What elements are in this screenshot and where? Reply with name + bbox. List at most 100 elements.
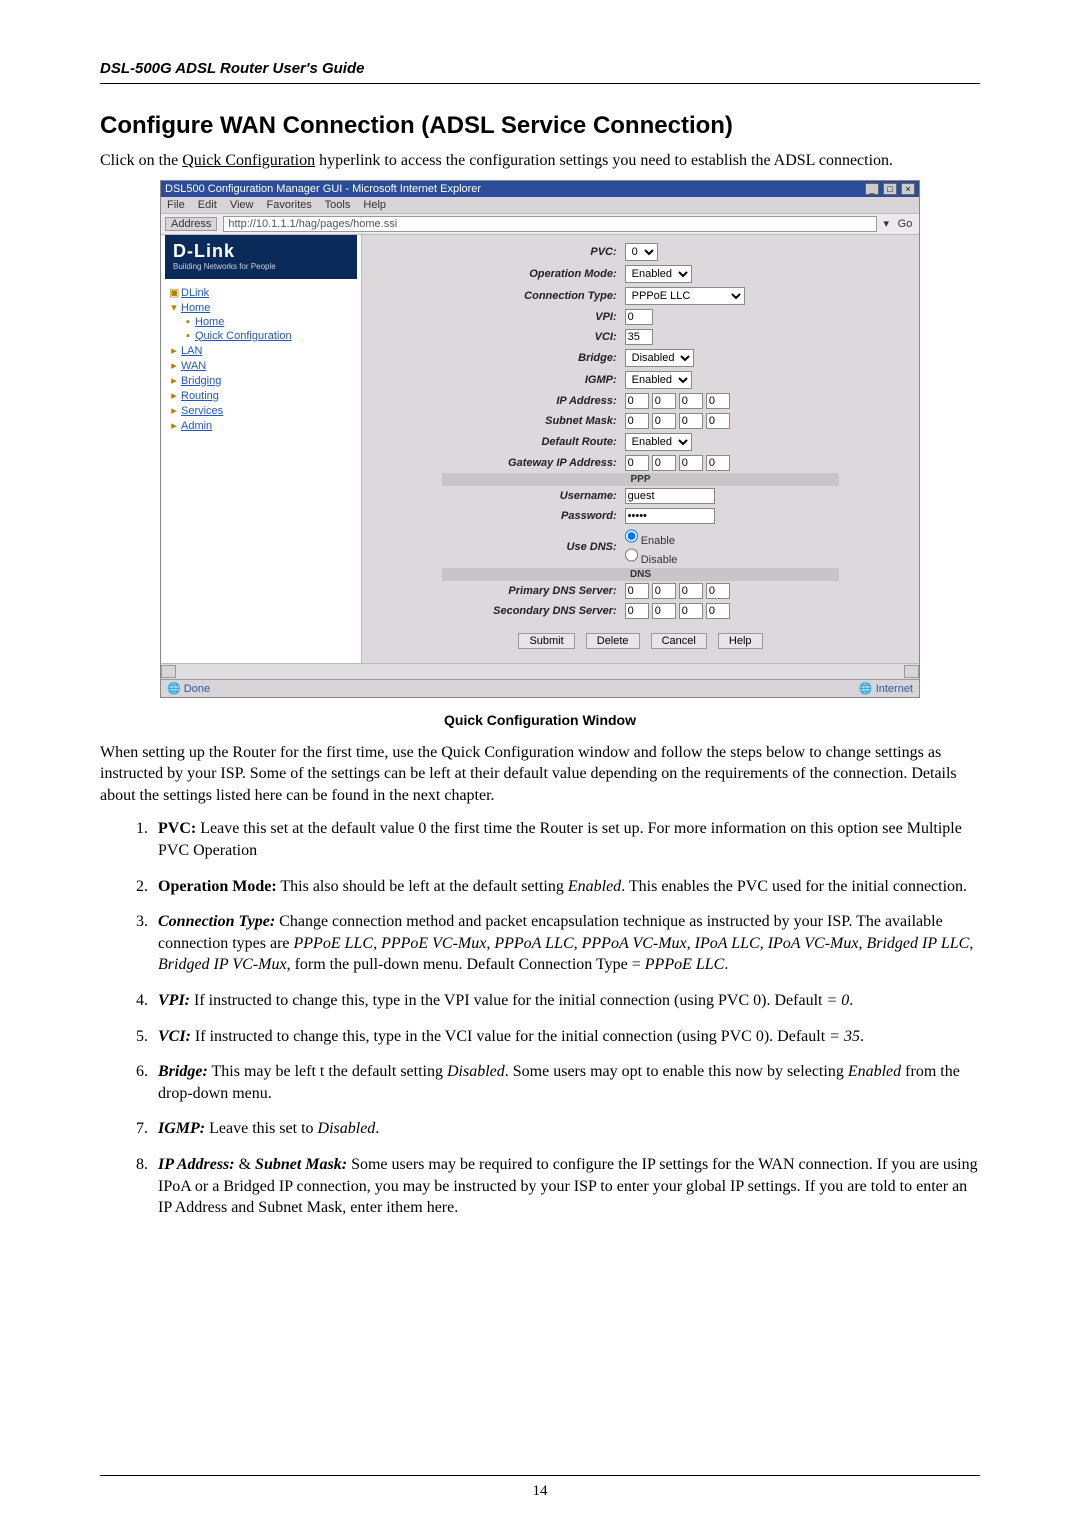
maximize-icon[interactable]: □ bbox=[883, 183, 897, 195]
addr-dropdown-icon[interactable]: ▾ bbox=[883, 217, 889, 230]
sdns-d[interactable] bbox=[706, 603, 730, 619]
menu-help[interactable]: Help bbox=[363, 199, 386, 211]
menu-view[interactable]: View bbox=[230, 199, 254, 211]
gw-a[interactable] bbox=[625, 455, 649, 471]
config-form-table: PVC:0 Operation Mode:Enabled Connection … bbox=[442, 241, 839, 621]
menu-edit[interactable]: Edit bbox=[198, 199, 217, 211]
scroll-left-icon[interactable] bbox=[161, 665, 176, 678]
pdns-c[interactable] bbox=[679, 583, 703, 599]
sdns-b[interactable] bbox=[652, 603, 676, 619]
tree-home-link[interactable]: Home bbox=[181, 302, 210, 314]
tree-wan-link[interactable]: WAN bbox=[181, 360, 206, 372]
tree-home-sub-link[interactable]: Home bbox=[195, 316, 224, 328]
tree-admin[interactable]: ▸Admin bbox=[165, 418, 357, 433]
tree-bridging[interactable]: ▸Bridging bbox=[165, 373, 357, 388]
ip-d[interactable] bbox=[706, 393, 730, 409]
usedns-disable-radio[interactable] bbox=[625, 547, 638, 563]
page-icon: ▪ bbox=[183, 316, 193, 328]
sdns-label: Secondary DNS Server: bbox=[442, 601, 621, 621]
tree-home[interactable]: ▾Home bbox=[165, 300, 357, 315]
pdns-b[interactable] bbox=[652, 583, 676, 599]
steps-list: PVC: Leave this set at the default value… bbox=[152, 818, 980, 1218]
usedns-disable-text: Disable bbox=[641, 554, 678, 566]
step-1-text: Leave this set at the default value 0 th… bbox=[158, 820, 962, 859]
page-title: Configure WAN Connection (ADSL Service C… bbox=[100, 112, 980, 140]
submit-button[interactable]: Submit bbox=[518, 633, 574, 649]
intro-text-a: Click on the bbox=[100, 152, 182, 169]
step-4-em: = 0 bbox=[826, 992, 849, 1009]
tree-wan[interactable]: ▸WAN bbox=[165, 358, 357, 373]
screenshot-window: DSL500 Configuration Manager GUI - Micro… bbox=[160, 180, 920, 698]
sdns-c[interactable] bbox=[679, 603, 703, 619]
delete-button[interactable]: Delete bbox=[586, 633, 640, 649]
tree-services[interactable]: ▸Services bbox=[165, 403, 357, 418]
tree-bridging-link[interactable]: Bridging bbox=[181, 375, 221, 387]
droute-select[interactable]: Enabled bbox=[625, 433, 692, 451]
pvc-select[interactable]: 0 bbox=[625, 243, 658, 261]
step-5-text: If instructed to change this, type in th… bbox=[191, 1028, 829, 1045]
gw-d[interactable] bbox=[706, 455, 730, 471]
username-input[interactable] bbox=[625, 488, 715, 504]
step-8: IP Address: & Subnet Mask: Some users ma… bbox=[152, 1154, 980, 1219]
gw-b[interactable] bbox=[652, 455, 676, 471]
sdns-a[interactable] bbox=[625, 603, 649, 619]
menu-tools[interactable]: Tools bbox=[325, 199, 351, 211]
quick-config-link[interactable]: Quick Configuration bbox=[182, 152, 315, 169]
vci-input[interactable] bbox=[625, 329, 653, 345]
vpi-input[interactable] bbox=[625, 309, 653, 325]
mask-a[interactable] bbox=[625, 413, 649, 429]
step-3-text2: , form the pull-down menu. Default Conne… bbox=[287, 956, 645, 973]
tree-root[interactable]: ▣DLink bbox=[165, 285, 357, 300]
folder-open-icon: ▾ bbox=[169, 301, 179, 314]
help-button[interactable]: Help bbox=[718, 633, 763, 649]
browser-menubar: File Edit View Favorites Tools Help bbox=[161, 197, 919, 213]
ip-b[interactable] bbox=[652, 393, 676, 409]
gwip-label: Gateway IP Address: bbox=[442, 453, 621, 473]
step-3: Connection Type: Change connection metho… bbox=[152, 911, 980, 976]
bridge-select[interactable]: Disabled bbox=[625, 349, 694, 367]
tree-services-link[interactable]: Services bbox=[181, 405, 223, 417]
ip-a[interactable] bbox=[625, 393, 649, 409]
scroll-right-icon[interactable] bbox=[904, 665, 919, 678]
tree-quick[interactable]: ▪Quick Configuration bbox=[165, 329, 357, 343]
step-3-em3: PPPoE LLC bbox=[645, 956, 725, 973]
tree-routing[interactable]: ▸Routing bbox=[165, 388, 357, 403]
minimize-icon[interactable]: _ bbox=[865, 183, 879, 195]
tree-home-sub[interactable]: ▪Home bbox=[165, 315, 357, 329]
ctype-select[interactable]: PPPoE LLC bbox=[625, 287, 745, 305]
tree-quick-link[interactable]: Quick Configuration bbox=[195, 330, 292, 342]
step-5-text2: . bbox=[860, 1028, 864, 1045]
usedns-label: Use DNS: bbox=[442, 526, 621, 568]
password-input[interactable] bbox=[625, 508, 715, 524]
folder-icon: ▸ bbox=[169, 419, 179, 432]
step-3-text3: . bbox=[724, 956, 728, 973]
tree-lan-link[interactable]: LAN bbox=[181, 345, 202, 357]
mask-b[interactable] bbox=[652, 413, 676, 429]
url-field[interactable]: http://10.1.1.1/hag/pages/home.ssi bbox=[223, 216, 877, 232]
opmode-select[interactable]: Enabled bbox=[625, 265, 692, 283]
menu-file[interactable]: File bbox=[167, 199, 185, 211]
mask-c[interactable] bbox=[679, 413, 703, 429]
tree-admin-link[interactable]: Admin bbox=[181, 420, 212, 432]
go-button[interactable]: Go bbox=[895, 218, 915, 230]
pdns-d[interactable] bbox=[706, 583, 730, 599]
step-1-label: PVC: bbox=[158, 820, 196, 837]
mask-d[interactable] bbox=[706, 413, 730, 429]
close-icon[interactable]: × bbox=[901, 183, 915, 195]
droute-label: Default Route: bbox=[442, 431, 621, 453]
tree-root-link[interactable]: DLink bbox=[181, 287, 209, 299]
tree-lan[interactable]: ▸LAN bbox=[165, 343, 357, 358]
pdns-a[interactable] bbox=[625, 583, 649, 599]
gw-c[interactable] bbox=[679, 455, 703, 471]
step-3-em1: PPPoE LLC, PPPoE VC-Mux, PPPoA LLC, PPPo… bbox=[294, 935, 970, 952]
pass-label: Password: bbox=[442, 506, 621, 526]
cancel-button[interactable]: Cancel bbox=[651, 633, 707, 649]
tree-routing-link[interactable]: Routing bbox=[181, 390, 219, 402]
usedns-enable-radio[interactable] bbox=[625, 528, 638, 544]
body-paragraph: When setting up the Router for the first… bbox=[100, 742, 980, 807]
ip-c[interactable] bbox=[679, 393, 703, 409]
menu-favorites[interactable]: Favorites bbox=[267, 199, 312, 211]
step-7-text: Leave this set to bbox=[205, 1120, 317, 1137]
igmp-select[interactable]: Enabled bbox=[625, 371, 692, 389]
horizontal-scrollbar[interactable] bbox=[161, 663, 919, 679]
